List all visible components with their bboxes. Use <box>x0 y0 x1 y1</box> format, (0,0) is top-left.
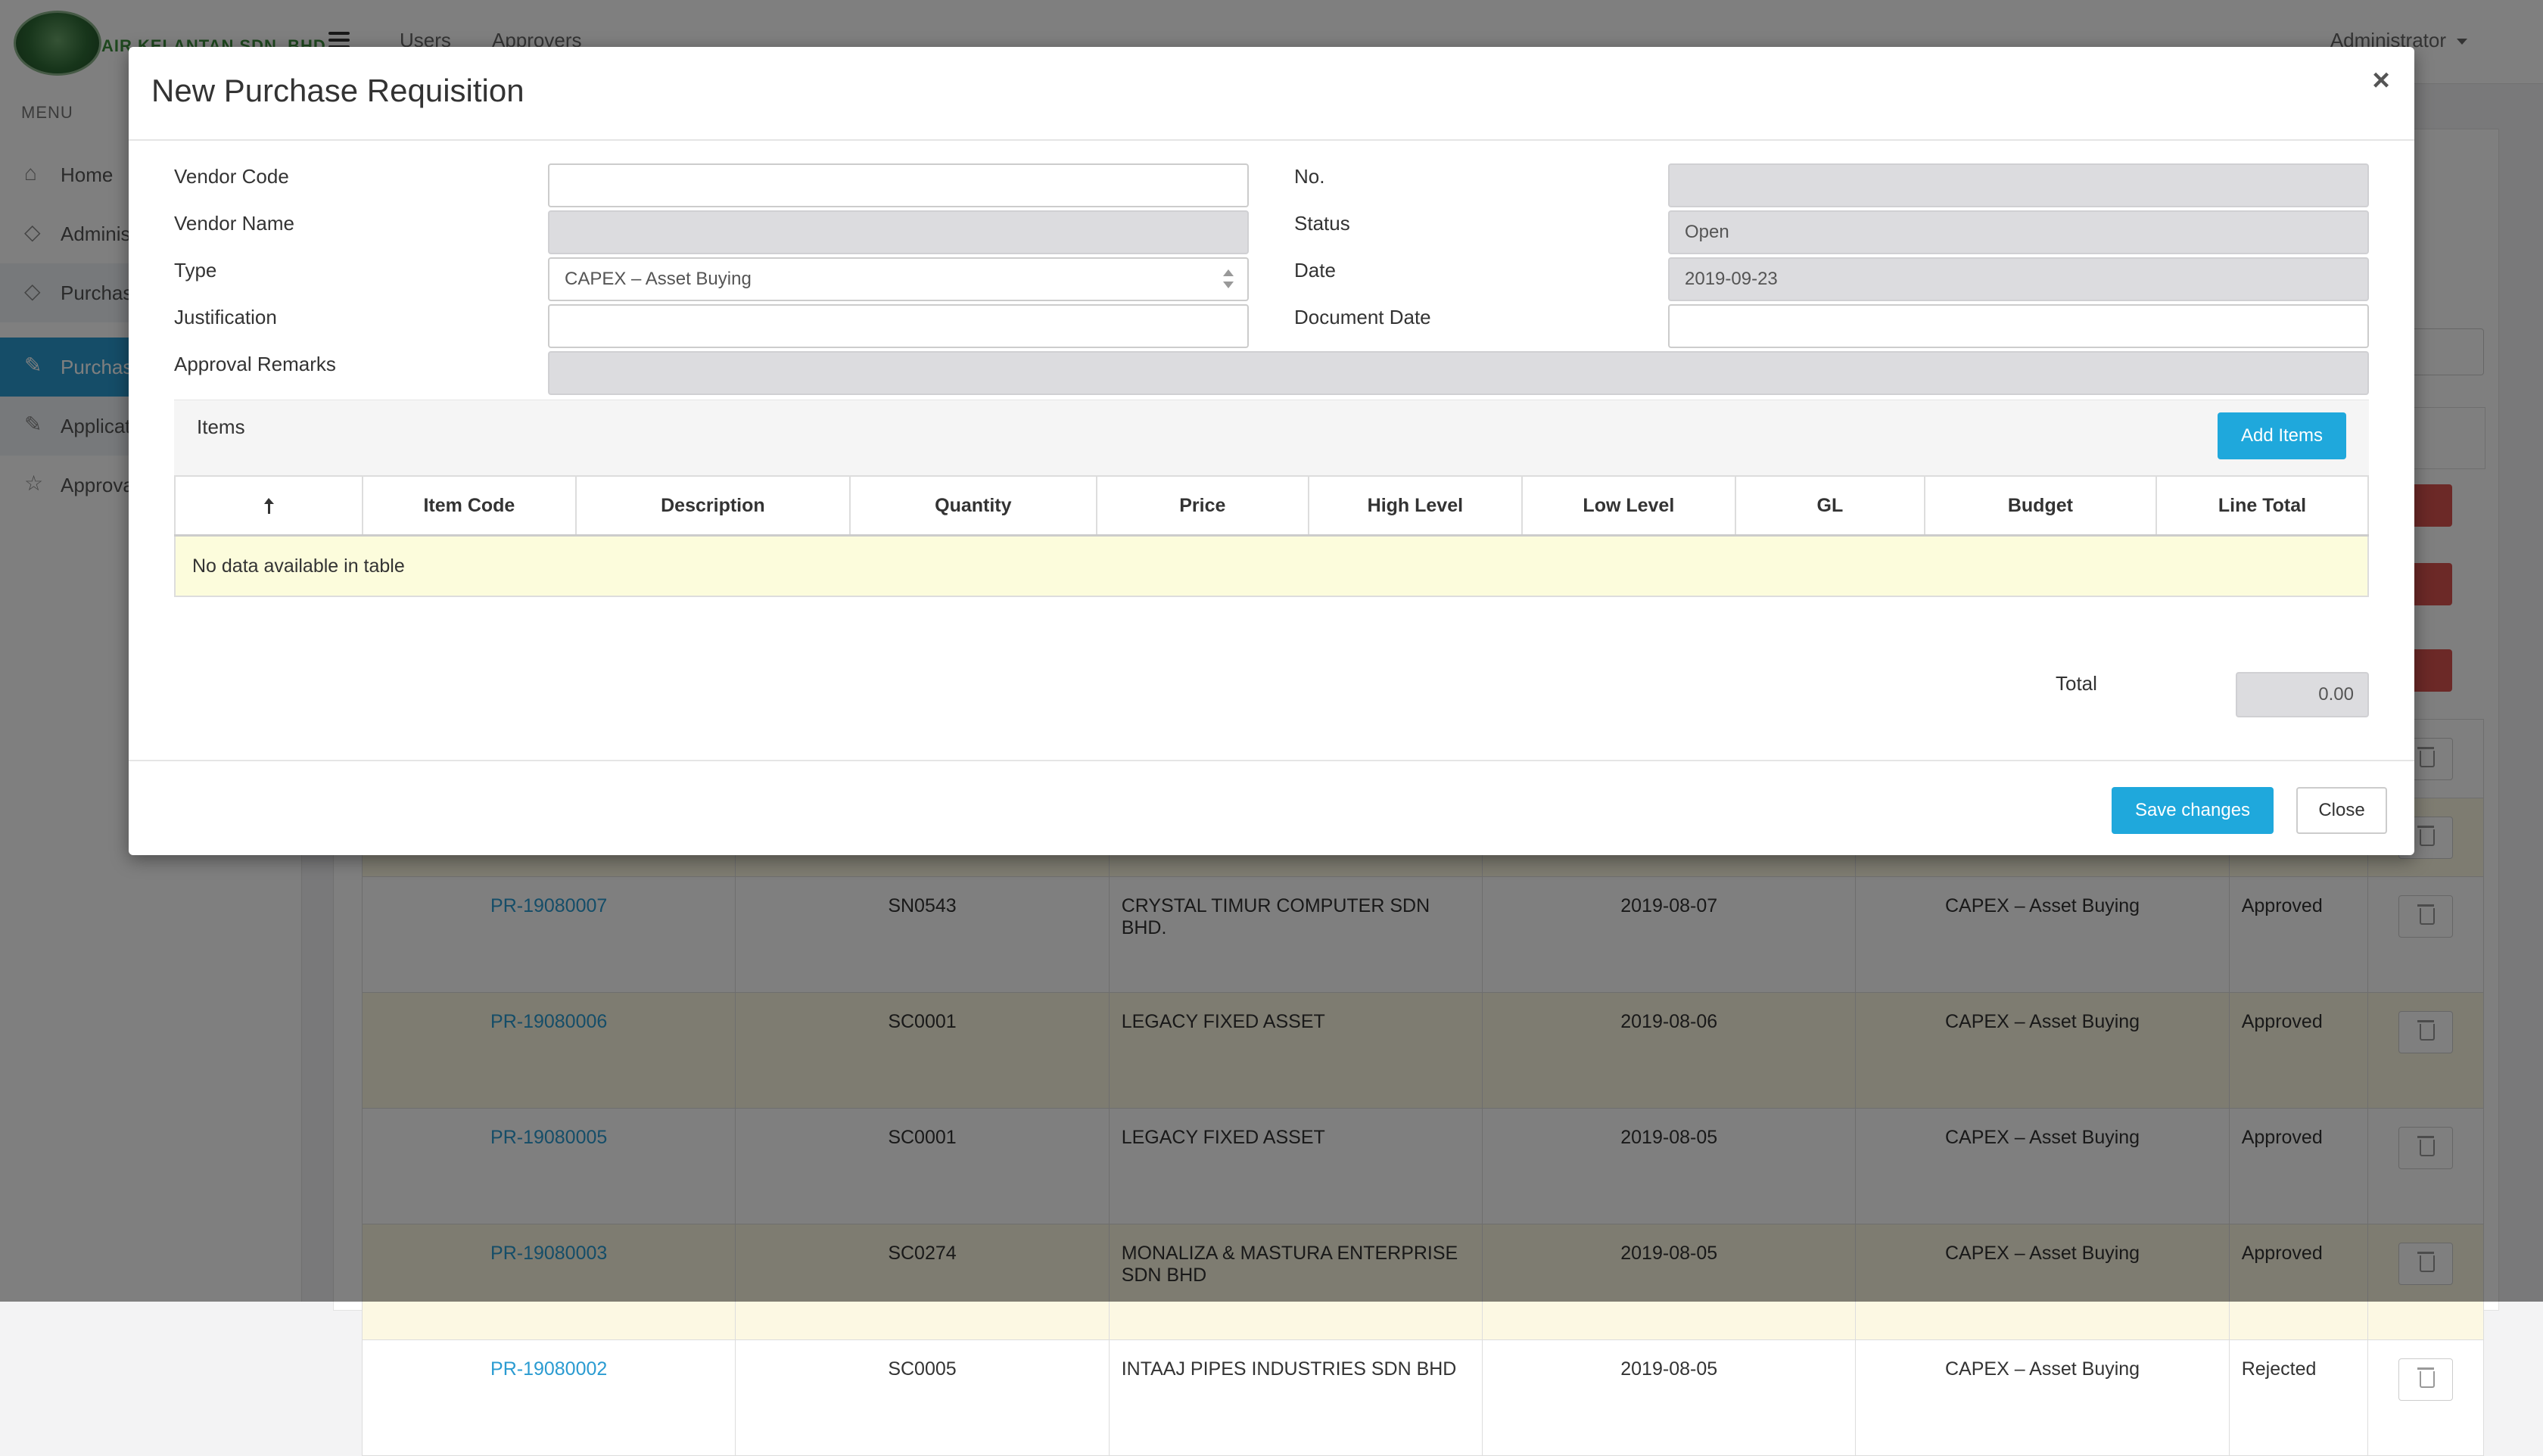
table-row: PR-19080002 SC0005 INTAAJ PIPES INDUSTRI… <box>361 1339 2485 1456</box>
sort-column-header[interactable] <box>174 475 363 537</box>
items-panel: Items Add Items <box>174 400 2369 477</box>
vendor-code-label: Vendor Code <box>174 165 289 188</box>
delete-button[interactable] <box>2398 1358 2453 1401</box>
modal-title: New Purchase Requisition <box>151 73 524 108</box>
new-purchase-requisition-modal: New Purchase Requisition × Vendor Code V… <box>129 47 2414 855</box>
column-header-price[interactable]: Price <box>1095 475 1309 537</box>
total-input[interactable]: 0.00 <box>2236 672 2369 717</box>
type-select-value: CAPEX – Asset Buying <box>565 269 752 289</box>
sort-up-icon <box>262 497 275 515</box>
number-input[interactable] <box>1668 163 2369 207</box>
status-cell: Rejected <box>2228 1339 2368 1456</box>
vendor-name-input[interactable] <box>548 210 1249 254</box>
select-arrows-icon <box>1223 269 1234 291</box>
number-label: No. <box>1294 165 1325 188</box>
column-header-high-level[interactable]: High Level <box>1307 475 1523 537</box>
items-title: Items <box>197 415 245 438</box>
save-changes-button[interactable]: Save changes <box>2112 787 2274 834</box>
vendor-code-cell: SC0005 <box>735 1339 1110 1456</box>
approval-remarks-label: Approval Remarks <box>174 353 336 375</box>
column-header-line-total[interactable]: Line Total <box>2155 475 2370 537</box>
document-date-label: Document Date <box>1294 306 1431 328</box>
items-table: Item Code Description Quantity Price Hig… <box>174 475 2370 597</box>
type-label: Type <box>174 259 217 282</box>
status-label: Status <box>1294 212 1350 235</box>
date-label: Date <box>1294 259 1336 282</box>
empty-table-message: No data available in table <box>174 534 2369 597</box>
document-date-input[interactable] <box>1668 304 2369 348</box>
close-icon[interactable]: × <box>2366 65 2396 95</box>
close-button[interactable]: Close <box>2296 787 2387 834</box>
column-header-low-level[interactable]: Low Level <box>1521 475 1736 537</box>
add-items-button[interactable]: Add Items <box>2218 412 2346 459</box>
vendor-name-label: Vendor Name <box>174 212 294 235</box>
column-header-gl[interactable]: GL <box>1734 475 1925 537</box>
date-input[interactable]: 2019-09-23 <box>1668 257 2369 301</box>
column-header-quantity[interactable]: Quantity <box>848 475 1097 537</box>
vendor-name-cell: INTAAJ PIPES INDUSTRIES SDN BHD <box>1108 1339 1483 1456</box>
column-header-budget[interactable]: Budget <box>1923 475 2157 537</box>
vendor-code-input[interactable] <box>548 163 1249 207</box>
approval-remarks-input[interactable] <box>548 351 2369 395</box>
type-select[interactable]: CAPEX – Asset Buying <box>548 257 1249 301</box>
justification-label: Justification <box>174 306 277 328</box>
column-header-item-code[interactable]: Item Code <box>361 475 577 537</box>
status-input[interactable]: Open <box>1668 210 2369 254</box>
date-cell: 2019-08-05 <box>1482 1339 1857 1456</box>
trash-icon <box>2417 1367 2435 1388</box>
total-label: Total <box>2056 672 2097 695</box>
type-cell: CAPEX – Asset Buying <box>1855 1339 2230 1456</box>
table-row: No data available in table <box>174 534 2369 597</box>
modal-footer: Save changes Close <box>129 760 2414 857</box>
pr-number-link[interactable]: PR-19080002 <box>361 1339 736 1456</box>
modal-header: New Purchase Requisition × <box>129 47 2414 141</box>
column-header-description[interactable]: Description <box>574 475 851 537</box>
justification-input[interactable] <box>548 304 1249 348</box>
